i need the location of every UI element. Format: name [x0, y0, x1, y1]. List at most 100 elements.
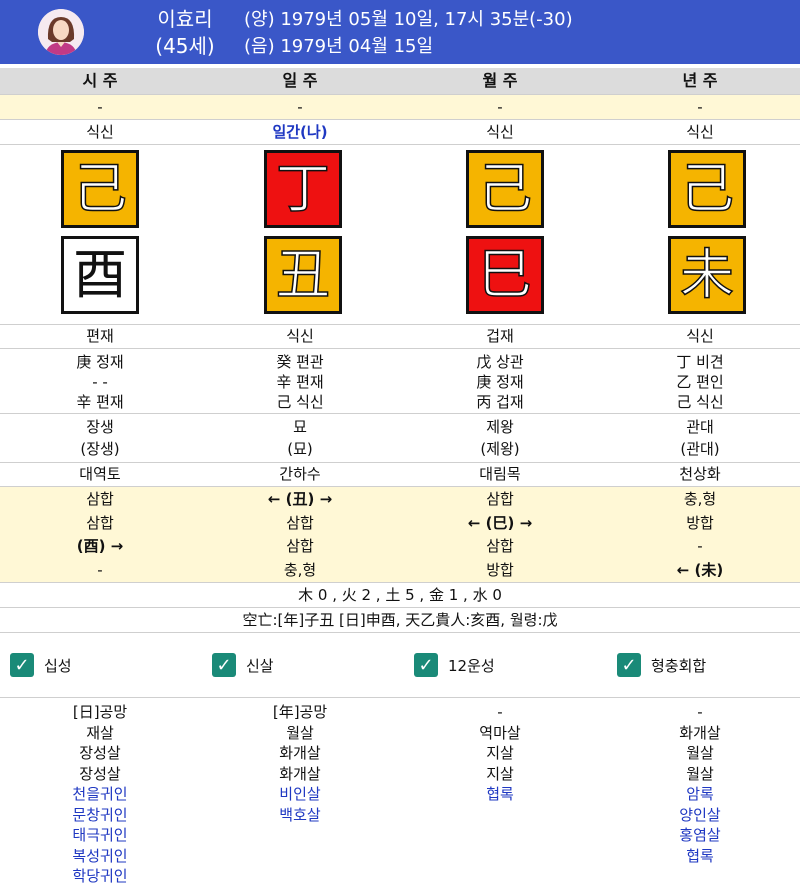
- hidden-stem: 辛 편재: [276, 373, 324, 391]
- sinsal-item: 화개살: [679, 723, 721, 742]
- sinsal-item: -: [697, 703, 703, 721]
- hidden-stem: 乙 편인: [676, 373, 724, 391]
- twelve-stage: 관대: [686, 418, 714, 436]
- branch-char: 酉: [73, 243, 127, 306]
- pillar-header-month: 월 주: [482, 71, 518, 90]
- lunar-date: (음) 1979년 04월 15일: [244, 36, 434, 57]
- stem-tile-day[interactable]: 丁: [264, 150, 342, 228]
- relations-month: 삼합 ← (巳) → 삼합 방합: [400, 488, 600, 582]
- checkbox-twelve-stages[interactable]: ✓ 12운성: [414, 653, 495, 677]
- stem-tile-hour[interactable]: 己: [61, 150, 139, 228]
- branch-shishen: 편재: [86, 327, 114, 345]
- sinsal-item: 역마살: [479, 723, 521, 742]
- relation: -: [697, 537, 703, 555]
- relation: 삼합: [486, 490, 514, 508]
- relation: 방합: [486, 560, 514, 579]
- relation: 삼합: [486, 537, 514, 555]
- relation-self: (酉) →: [76, 537, 124, 555]
- hidden-stem: 庚 정재: [476, 373, 524, 391]
- sinsal-item: 장성살: [79, 744, 121, 762]
- dash-cell: -: [697, 98, 703, 116]
- gwiin-item: 비인살: [279, 785, 321, 803]
- sinsal-year: - 화개살 월살 월살 암록 양인살 홍염살 협록: [600, 702, 800, 866]
- relation-self: ← (未): [676, 560, 724, 579]
- napeum: 대역토: [79, 465, 121, 483]
- profile-name: 이효리: [157, 7, 213, 31]
- napeum: 대림목: [479, 465, 521, 483]
- check-icon: ✓: [414, 653, 438, 677]
- branch-tile-hour[interactable]: 酉: [61, 236, 139, 314]
- stem-char: 丁: [275, 157, 331, 220]
- dash-cell: -: [97, 98, 103, 116]
- twelve-stage-sub: (관대): [680, 440, 720, 458]
- branch-tile-day[interactable]: 丑: [264, 236, 342, 314]
- hidden-stem: 戊 상관: [476, 353, 524, 371]
- day-master-label: 일간(나): [272, 123, 328, 141]
- relations-hour: 삼합 삼합 (酉) → -: [0, 488, 200, 582]
- relation-self: ← (巳) →: [467, 513, 533, 532]
- sinsal-item: 월살: [686, 744, 714, 762]
- relation: 삼합: [86, 513, 114, 532]
- sinsal-item: 재살: [86, 723, 114, 742]
- sinsal-item: 화개살: [279, 764, 321, 783]
- profile-header: 이효리 (45세) (양) 1979년 05월 10일, 17시 35분(-30…: [0, 0, 800, 64]
- stem-char: 己: [679, 157, 735, 220]
- gwiin-item: 양인살: [679, 805, 721, 824]
- relations-day: ← (丑) → 삼합 삼합 충,형: [200, 488, 400, 582]
- twelve-stage-day: 묘 (묘): [200, 416, 400, 460]
- sinsal-month: - 역마살 지살 지살 협록: [400, 702, 600, 805]
- branch-shishen: 식신: [686, 327, 714, 345]
- birth-dates: (양) 1979년 05월 10일, 17시 35분(-30) (음) 1979…: [244, 6, 573, 60]
- branch-char: 未: [679, 243, 735, 306]
- relation: 방합: [686, 513, 714, 532]
- branch-tile-year[interactable]: 未: [668, 236, 746, 314]
- dash-cell: -: [497, 98, 503, 116]
- twelve-stage-sub: (장생): [80, 440, 120, 458]
- solar-date: (양) 1979년 05월 10일, 17시 35분(-30): [244, 9, 573, 30]
- sinsal-item: 장성살: [79, 764, 121, 783]
- checkbox-relations[interactable]: ✓ 형충회합: [617, 653, 706, 677]
- checkbox-sinsal[interactable]: ✓ 신살: [212, 653, 274, 677]
- gwiin-item: 백호살: [279, 805, 321, 824]
- check-icon: ✓: [10, 653, 34, 677]
- dash-row: - - - -: [0, 95, 800, 120]
- avatar[interactable]: [38, 9, 84, 55]
- twelve-stage: 제왕: [486, 418, 514, 436]
- stem-char: 己: [72, 157, 128, 220]
- hidden-stem: 丙 겁재: [476, 393, 524, 411]
- hidden-stems-row: 庚 정재 - - 辛 편재 癸 편관 辛 편재 己 식신 戊 상관 庚 정재 丙…: [0, 349, 800, 414]
- checkbox-label: 12운성: [448, 656, 495, 675]
- check-icon: ✓: [212, 653, 236, 677]
- twelve-stage: 장생: [86, 418, 114, 436]
- gwiin-item: 홍염살: [679, 826, 721, 844]
- stem-tile-month[interactable]: 己: [466, 150, 544, 228]
- gongmang-info: 空亡:[年]子丑 [日]申酉, 天乙貴人:亥酉, 월령:戊: [0, 608, 800, 633]
- hidden-stem: 庚 정재: [76, 353, 124, 371]
- relation-self: ← (丑) →: [267, 490, 333, 508]
- sinsal-item: 지살: [486, 744, 514, 762]
- twelve-stage: 묘: [293, 418, 307, 436]
- gwiin-item: 협록: [686, 846, 714, 865]
- sinsal-hour: [日]공망 재살 장성살 장성살 천을귀인 문창귀인 태극귀인 복성귀인 학당귀…: [0, 702, 200, 887]
- napeum: 간하수: [279, 465, 321, 483]
- twelve-stage-sub: (제왕): [480, 440, 520, 458]
- checkbox-shiseong[interactable]: ✓ 십성: [10, 653, 72, 677]
- sinsal-item: 화개살: [279, 744, 321, 762]
- branch-shishen: 겁재: [486, 327, 514, 345]
- twelve-stage-sub: (묘): [287, 440, 313, 458]
- female-avatar-icon: [38, 9, 84, 55]
- sinsal-item: 월살: [686, 764, 714, 783]
- relation: 삼합: [286, 537, 314, 555]
- branch-tile-month[interactable]: 巳: [466, 236, 544, 314]
- sinsal-item: 월살: [286, 723, 314, 742]
- pillar-header-day: 일 주: [282, 71, 318, 90]
- hidden-stems-month: 戊 상관 庚 정재 丙 겁재: [400, 352, 600, 412]
- stem-tile-year[interactable]: 己: [668, 150, 746, 228]
- pillar-header-row: 시 주 일 주 월 주 년 주: [0, 68, 800, 95]
- twelve-stages-row: 장생 (장생) 묘 (묘) 제왕 (제왕) 관대 (관대): [0, 414, 800, 463]
- hidden-stems-year: 丁 비견 乙 편인 己 식신: [600, 352, 800, 412]
- gwiin-item: 학당귀인: [72, 867, 128, 885]
- relation: 충,형: [683, 490, 717, 508]
- relation: -: [97, 560, 103, 579]
- branch-char: 巳: [477, 243, 533, 306]
